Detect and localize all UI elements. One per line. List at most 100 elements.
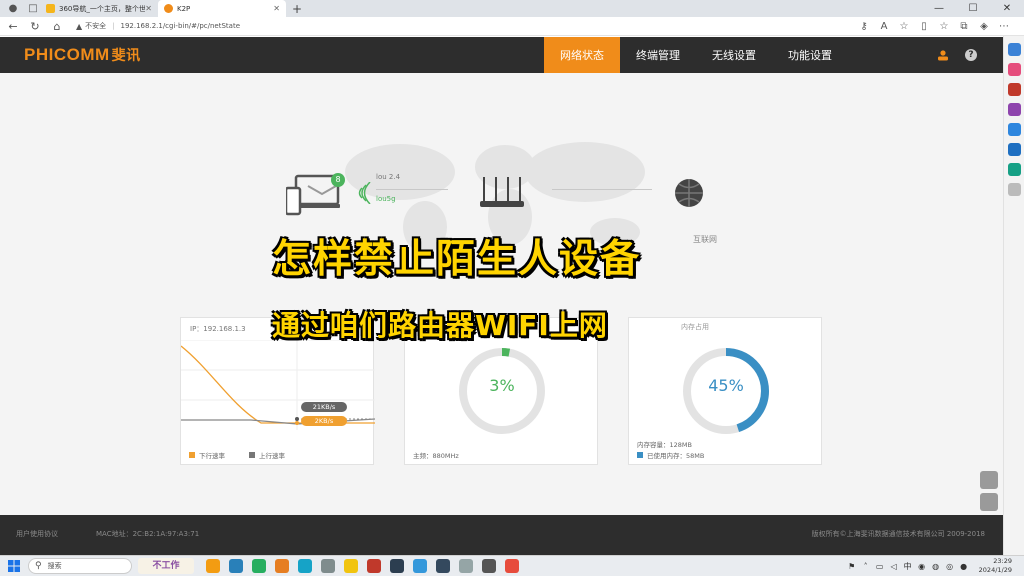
feedback-button[interactable]	[980, 471, 998, 489]
copyright-text: 版权所有©上海斐讯数据通信技术有限公司 2009-2018	[811, 530, 985, 538]
app-icon[interactable]	[206, 559, 220, 573]
browser-tab-360[interactable]: 360导航_一个主页，整个世界 ✕	[40, 0, 158, 17]
legend-label: 上行速率	[259, 452, 285, 460]
office-sidebar-icon[interactable]	[1007, 123, 1021, 136]
profile-icon[interactable]: ●	[6, 2, 20, 16]
shopping-sidebar-icon[interactable]	[1007, 163, 1021, 176]
address-bar: ← ↻ ⌂ ▲ 不安全 | 192.168.2.1/cgi-bin/#/pc/n…	[0, 17, 1024, 36]
taskbar-apps	[206, 559, 528, 573]
tray-app-icon[interactable]: ●	[959, 562, 969, 571]
memory-card: 内存占用 45% 内存容量：128MB 已使用内存：58MB	[628, 317, 822, 465]
legend-item: 上行速率	[249, 450, 285, 460]
tab-actions-icon[interactable]: □	[26, 2, 40, 16]
main-menu: 网络状态 终端管理 无线设置 功能设置	[544, 37, 848, 73]
app-icon[interactable]	[436, 559, 450, 573]
app-icon[interactable]	[413, 559, 427, 573]
tray-volume-icon[interactable]: ◁	[889, 562, 899, 571]
app-icon[interactable]	[229, 559, 243, 573]
app-icon[interactable]	[321, 559, 335, 573]
traffic-legend: 下行速率 上行速率	[189, 450, 309, 460]
browser-tab-k2p[interactable]: K2P ✕	[158, 0, 286, 17]
user-icon[interactable]	[937, 49, 949, 61]
ime-indicator[interactable]: 中	[903, 561, 913, 572]
ssid-5g[interactable]: lou5g	[376, 195, 396, 203]
favorite-icon[interactable]: ☆	[894, 21, 914, 32]
memory-used: 已使用内存：58MB	[637, 450, 704, 460]
close-window-icon[interactable]: ✕	[990, 0, 1024, 17]
split-screen-icon[interactable]: ▯	[914, 21, 934, 32]
tray-chevron-icon[interactable]: ˄	[861, 562, 871, 571]
favorites-icon[interactable]: ☆	[934, 21, 954, 32]
games-sidebar-icon[interactable]	[1007, 103, 1021, 116]
windows-taskbar: ⚲ 搜索 不工作 ⚑ ˄ ▭ ◁ 中 ◉ ◍ ◎ ● 23:29 2024/1/…	[0, 555, 1024, 576]
outlook-sidebar-icon[interactable]	[1007, 143, 1021, 156]
browser-tabbar: ● □ 360导航_一个主页，整个世界 ✕ K2P ✕ + — ☐ ✕	[0, 0, 1024, 17]
memory-used-swatch	[637, 452, 643, 458]
brand-name-cn: 斐讯	[111, 47, 141, 63]
app-icon[interactable]	[482, 559, 496, 573]
help-icon[interactable]: ?	[965, 49, 977, 61]
top-navigation: PHICOMM 斐讯 网络状态 终端管理 无线设置 功能设置 ?	[0, 37, 1003, 73]
search-highlight-image[interactable]: 不工作	[138, 558, 194, 574]
app-icon[interactable]	[390, 559, 404, 573]
read-aloud-icon[interactable]: A	[874, 21, 894, 32]
qrcode-button[interactable]	[980, 493, 998, 511]
user-agreement-link[interactable]: 用户使用协议	[16, 529, 58, 539]
url-field[interactable]: ▲ 不安全 | 192.168.2.1/cgi-bin/#/pc/netStat…	[76, 21, 776, 31]
caption-subtitle: 通过咱们路由器WIFI上网	[272, 309, 608, 342]
download-rate-pill: 21KB/s	[301, 402, 347, 412]
add-sidebar-icon[interactable]	[1007, 183, 1021, 196]
refresh-icon[interactable]: ↻	[26, 17, 44, 35]
app-icon[interactable]	[275, 559, 289, 573]
key-icon[interactable]: ⚷	[854, 21, 874, 32]
search-sidebar-icon[interactable]	[1007, 43, 1021, 56]
app-icon[interactable]	[367, 559, 381, 573]
legend-label: 下行速率	[199, 452, 225, 460]
home-icon[interactable]: ⌂	[48, 17, 66, 35]
router-icon	[480, 177, 524, 207]
clock-date: 2024/1/29	[978, 566, 1012, 574]
more-icon[interactable]: ⋯	[994, 21, 1014, 32]
app-icon[interactable]	[505, 559, 519, 573]
url-text: 192.168.2.1/cgi-bin/#/pc/netState	[120, 22, 241, 30]
topology-line	[376, 189, 448, 190]
app-icon[interactable]	[459, 559, 473, 573]
ssid-24g[interactable]: lou 2.4	[376, 173, 400, 181]
app-icon[interactable]	[252, 559, 266, 573]
device-count-badge[interactable]: 8	[331, 173, 345, 187]
new-tab-button[interactable]: +	[292, 2, 302, 16]
copilot-sidebar-icon[interactable]	[1007, 63, 1021, 76]
memory-used-label: 已使用内存：58MB	[647, 452, 705, 460]
close-tab-icon[interactable]: ✕	[273, 4, 280, 13]
maximize-icon[interactable]: ☐	[956, 0, 990, 17]
menu-wireless-settings[interactable]: 无线设置	[696, 37, 772, 73]
menu-device-management[interactable]: 终端管理	[620, 37, 696, 73]
upload-rate-pill: 2KB/s	[301, 416, 347, 426]
tray-app-icon[interactable]: ◎	[945, 562, 955, 571]
memory-percent: 45%	[708, 376, 744, 395]
minimize-icon[interactable]: —	[922, 0, 956, 17]
menu-network-status[interactable]: 网络状态	[544, 37, 620, 73]
tray-network-icon[interactable]: ▭	[875, 562, 885, 571]
legend-item: 下行速率	[189, 450, 225, 460]
security-label: 不安全	[85, 22, 107, 30]
tray-flag-icon[interactable]: ⚑	[847, 562, 857, 571]
folder-icon[interactable]	[344, 559, 358, 573]
caption-title: 怎样禁止陌生人设备	[272, 237, 642, 282]
copilot-icon[interactable]: ◈	[974, 21, 994, 32]
close-tab-icon[interactable]: ✕	[145, 4, 152, 13]
edge-icon[interactable]	[298, 559, 312, 573]
system-clock[interactable]: 23:29 2024/1/29	[979, 557, 1012, 575]
windows-start-icon[interactable]	[8, 560, 20, 572]
tray-app-icon[interactable]: ◉	[917, 562, 927, 571]
tools-sidebar-icon[interactable]	[1007, 83, 1021, 96]
back-icon[interactable]: ←	[4, 17, 22, 35]
tray-app-icon[interactable]: ◍	[931, 562, 941, 571]
clock-time: 23:29	[993, 557, 1012, 565]
collections-icon[interactable]: ⧉	[954, 21, 974, 32]
menu-function-settings[interactable]: 功能设置	[772, 37, 848, 73]
taskbar-search[interactable]: ⚲ 搜索	[28, 558, 132, 574]
page-footer: 用户使用协议 MAC地址：2C:B2:1A:97:A3:71 版权所有©上海斐讯…	[0, 515, 1003, 555]
360-favicon-icon	[46, 4, 55, 13]
url-separator: |	[112, 22, 115, 30]
